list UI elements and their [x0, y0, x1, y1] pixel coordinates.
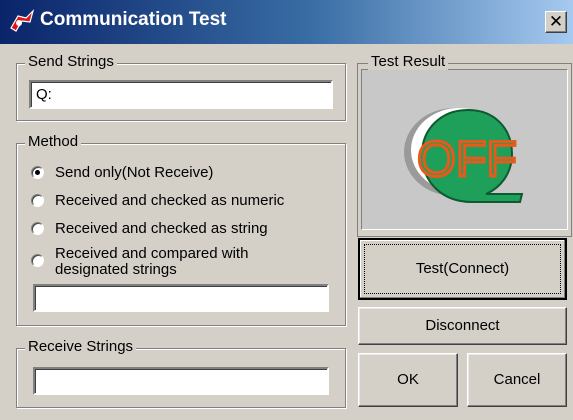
send-strings-group: Send Strings Q:	[16, 53, 346, 121]
radio-button[interactable]	[31, 194, 44, 207]
test-result-label: Test Result	[368, 53, 449, 70]
ok-label: OK	[397, 371, 419, 388]
radio-button[interactable]	[31, 166, 44, 179]
method-label: Method	[25, 133, 82, 150]
method-option-send-only[interactable]: Send only(Not Receive)	[31, 162, 331, 184]
radio-label: Received and checked as string	[55, 220, 268, 237]
radio-button[interactable]	[31, 222, 44, 235]
disconnect-button[interactable]: Disconnect	[358, 307, 567, 345]
radio-label: Send only(Not Receive)	[55, 164, 214, 181]
close-button[interactable]: ✕	[545, 11, 567, 33]
send-strings-label: Send Strings	[25, 53, 117, 70]
designated-strings-input[interactable]	[33, 284, 329, 312]
receive-strings-label: Receive Strings	[25, 338, 137, 355]
disconnect-label: Disconnect	[425, 317, 500, 334]
test-connect-button[interactable]: Test(Connect)	[358, 238, 567, 300]
receive-strings-input[interactable]	[33, 367, 329, 395]
receive-strings-group: Receive Strings	[16, 338, 346, 408]
method-group: Method Send only(Not Receive) Received a…	[16, 133, 346, 326]
close-icon: ✕	[548, 12, 564, 31]
application-icon	[10, 8, 35, 32]
ok-button[interactable]: OK	[358, 353, 458, 407]
window-title: Communication Test	[40, 9, 227, 30]
test-connect-label: Test(Connect)	[415, 260, 510, 277]
cancel-button[interactable]: Cancel	[467, 353, 567, 407]
method-option-numeric[interactable]: Received and checked as numeric	[31, 190, 331, 212]
method-option-string[interactable]: Received and checked as string	[31, 218, 331, 240]
test-result-group: Test Result	[357, 53, 572, 237]
title-bar: Communication Test ✕	[0, 0, 573, 44]
radio-label: Received and compared with designated st…	[55, 245, 249, 278]
radio-label: Received and checked as numeric	[55, 192, 285, 209]
cancel-label: Cancel	[493, 371, 541, 388]
method-option-designated[interactable]: Received and compared with designated st…	[31, 246, 331, 278]
send-strings-input[interactable]: Q:	[29, 80, 333, 109]
radio-button[interactable]	[31, 254, 44, 267]
